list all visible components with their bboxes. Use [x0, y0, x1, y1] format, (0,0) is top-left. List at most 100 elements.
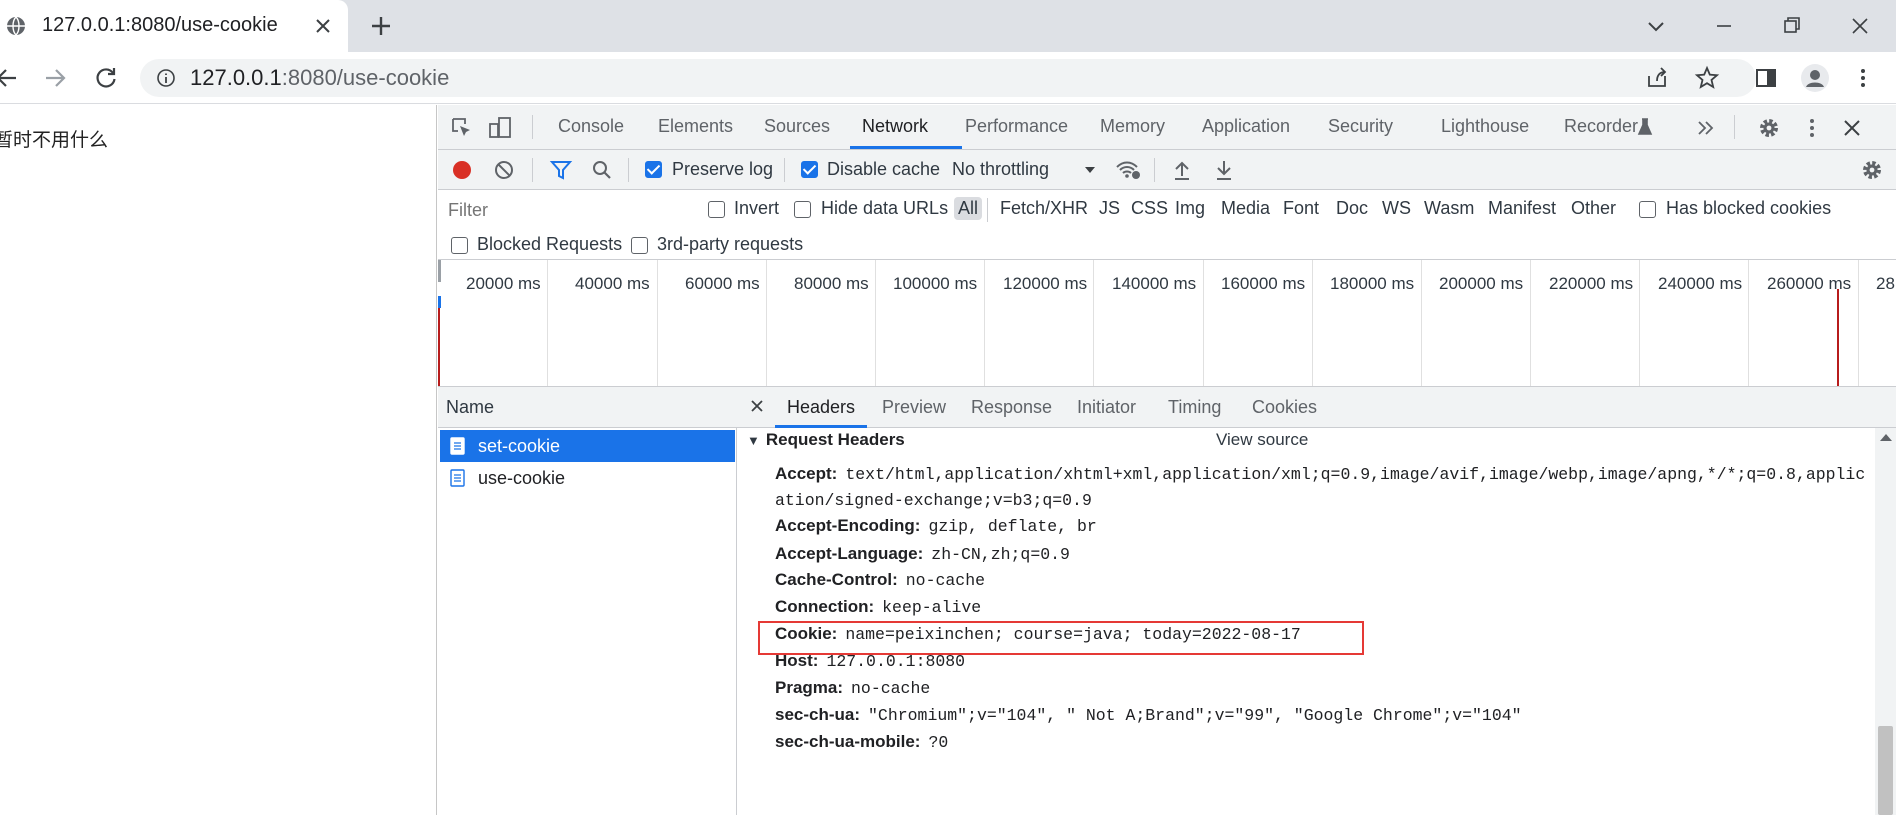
- share-icon[interactable]: [1644, 65, 1670, 91]
- type-filter-ws[interactable]: WS: [1382, 198, 1411, 219]
- tab-application[interactable]: Application: [1202, 116, 1290, 137]
- header-value: "Chromium";v="104", " Not A;Brand";v="99…: [868, 706, 1522, 725]
- filter-funnel-icon[interactable]: [549, 158, 573, 182]
- request-row[interactable]: set-cookie: [440, 430, 735, 462]
- devtools-menu-icon[interactable]: [1800, 116, 1824, 140]
- tab-memory[interactable]: Memory: [1100, 116, 1165, 137]
- tick-line: [766, 260, 767, 386]
- tick-label: 180000 ms: [1330, 274, 1415, 293]
- throttling-select[interactable]: No throttling: [952, 159, 1049, 180]
- tab-response[interactable]: Response: [971, 397, 1052, 418]
- request-row[interactable]: use-cookie: [440, 462, 735, 494]
- header-row: Accept-Encoding: gzip, deflate, br: [775, 516, 1097, 536]
- page-text: 暂时不用什么: [0, 129, 109, 151]
- header-key: Cache-Control:: [775, 570, 898, 589]
- type-filter-js[interactable]: JS: [1099, 198, 1120, 219]
- tab-security[interactable]: Security: [1328, 116, 1393, 137]
- load-event-marker: [1837, 289, 1839, 386]
- tab-headers[interactable]: Headers: [787, 397, 855, 418]
- more-tabs-chevron-icon[interactable]: [1694, 116, 1718, 140]
- tab-performance[interactable]: Performance: [965, 116, 1068, 137]
- header-row: Connection: keep-alive: [775, 597, 981, 617]
- filter-bar: Invert Hide data URLs All Fetch/XHR JS C…: [438, 190, 1896, 260]
- url-text[interactable]: 127.0.0.1:8080/use-cookie: [190, 65, 449, 91]
- timeline-handle[interactable]: [438, 260, 441, 282]
- dropdown-arrow-icon[interactable]: [1078, 158, 1102, 182]
- device-toolbar-icon[interactable]: [488, 116, 512, 140]
- has-blocked-cookies-checkbox[interactable]: [1639, 201, 1656, 218]
- tab-initiator[interactable]: Initiator: [1077, 397, 1136, 418]
- type-filter-all[interactable]: All: [954, 197, 983, 220]
- scrollbar-thumb[interactable]: [1878, 726, 1893, 815]
- type-filter-css[interactable]: CSS: [1131, 198, 1168, 219]
- network-overview-timeline[interactable]: 20000 ms 40000 ms 60000 ms 80000 ms 1000…: [438, 260, 1896, 387]
- page-content: 暂时不用什么: [0, 105, 437, 815]
- export-har-icon[interactable]: [1212, 158, 1236, 182]
- tab-lighthouse[interactable]: Lighthouse: [1441, 116, 1529, 137]
- inspect-element-icon[interactable]: [450, 116, 474, 140]
- restore-icon[interactable]: [1774, 8, 1810, 44]
- request-headers-section[interactable]: ▼ Request Headers: [747, 430, 905, 450]
- import-har-icon[interactable]: [1170, 158, 1194, 182]
- invert-checkbox[interactable]: [708, 201, 725, 218]
- request-name: set-cookie: [478, 436, 561, 456]
- disable-cache-checkbox[interactable]: [801, 161, 818, 178]
- detail-scrollbar[interactable]: [1875, 428, 1896, 815]
- network-settings-gear-icon[interactable]: [1860, 158, 1884, 182]
- filter-input[interactable]: [444, 196, 674, 224]
- type-filter-manifest[interactable]: Manifest: [1488, 198, 1556, 219]
- search-icon[interactable]: [590, 158, 614, 182]
- tick-line: [1421, 260, 1422, 386]
- minimize-icon[interactable]: [1706, 8, 1742, 44]
- network-conditions-icon[interactable]: [1114, 158, 1142, 182]
- type-filter-media[interactable]: Media: [1221, 198, 1270, 219]
- name-column-header[interactable]: Name: [438, 387, 737, 428]
- header-key: sec-ch-ua-mobile:: [775, 732, 921, 751]
- tab-preview[interactable]: Preview: [882, 397, 946, 418]
- header-key: sec-ch-ua:: [775, 705, 861, 724]
- tab-elements[interactable]: Elements: [658, 116, 733, 137]
- tab-cookies[interactable]: Cookies: [1252, 397, 1317, 418]
- address-bar[interactable]: 127.0.0.1:8080/use-cookie: [140, 59, 1756, 97]
- hide-data-urls-checkbox[interactable]: [794, 201, 811, 218]
- type-filter-img[interactable]: Img: [1175, 198, 1205, 219]
- clear-icon[interactable]: [492, 158, 516, 182]
- browser-tab[interactable]: 127.0.0.1:8080/use-cookie: [0, 0, 348, 52]
- preserve-log-checkbox[interactable]: [645, 161, 662, 178]
- profile-avatar-icon[interactable]: [1800, 63, 1830, 93]
- view-source-link[interactable]: View source: [1216, 430, 1308, 450]
- tab-timing[interactable]: Timing: [1168, 397, 1221, 418]
- tab-sources[interactable]: Sources: [764, 116, 830, 137]
- tick-label: 28: [1876, 274, 1895, 293]
- type-filter-doc[interactable]: Doc: [1336, 198, 1368, 219]
- reload-icon[interactable]: [93, 65, 119, 91]
- record-icon[interactable]: [450, 158, 474, 182]
- scroll-up-arrow-icon[interactable]: [1880, 434, 1892, 441]
- close-detail-icon[interactable]: [749, 398, 765, 414]
- type-filter-font[interactable]: Font: [1283, 198, 1319, 219]
- tab-search-icon[interactable]: [1638, 8, 1674, 44]
- tick-line: [1748, 260, 1749, 386]
- browser-menu-icon[interactable]: [1850, 65, 1876, 91]
- tick-label: 140000 ms: [1112, 274, 1197, 293]
- new-tab-button[interactable]: [368, 13, 394, 39]
- cookie-highlight-box: [758, 621, 1364, 655]
- type-filter-other[interactable]: Other: [1571, 198, 1616, 219]
- bookmark-star-icon[interactable]: [1694, 65, 1720, 91]
- tab-recorder[interactable]: Recorder: [1564, 116, 1638, 137]
- close-window-icon[interactable]: [1842, 8, 1878, 44]
- close-devtools-icon[interactable]: [1840, 116, 1864, 140]
- type-filter-fetch-xhr[interactable]: Fetch/XHR: [1000, 198, 1088, 219]
- side-panel-icon[interactable]: [1753, 65, 1779, 91]
- tab-console[interactable]: Console: [558, 116, 624, 137]
- third-party-checkbox[interactable]: [631, 237, 648, 254]
- blocked-requests-checkbox[interactable]: [451, 237, 468, 254]
- site-info-icon[interactable]: [156, 68, 176, 88]
- close-tab-icon[interactable]: [312, 15, 334, 37]
- type-filter-wasm[interactable]: Wasm: [1424, 198, 1474, 219]
- settings-gear-icon[interactable]: [1757, 116, 1781, 140]
- forward-arrow-icon[interactable]: [42, 65, 68, 91]
- url-path: :8080/use-cookie: [281, 65, 450, 90]
- tab-network[interactable]: Network: [862, 116, 928, 137]
- back-arrow-icon[interactable]: [0, 65, 20, 91]
